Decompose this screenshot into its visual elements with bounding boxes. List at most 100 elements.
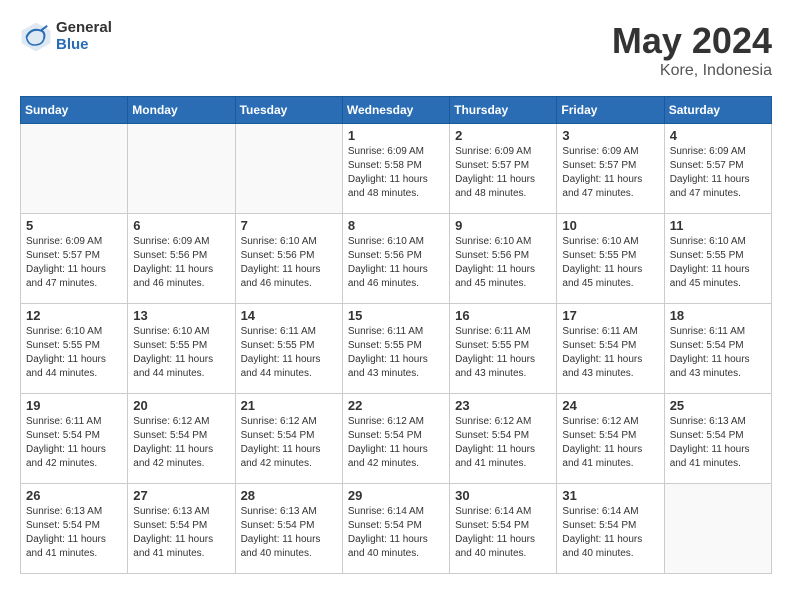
day-cell: 2Sunrise: 6:09 AM Sunset: 5:57 PM Daylig… — [450, 124, 557, 214]
day-number: 29 — [348, 488, 444, 503]
day-info: Sunrise: 6:11 AM Sunset: 5:54 PM Dayligh… — [562, 325, 658, 381]
day-number: 6 — [133, 218, 229, 233]
week-row-2: 12Sunrise: 6:10 AM Sunset: 5:55 PM Dayli… — [21, 304, 772, 394]
day-number: 30 — [455, 488, 551, 503]
calendar-title: May 2024 — [612, 20, 772, 62]
day-cell: 29 Sunrise: 6:14 AM Sunset: 5:54 PM Dayli… — [342, 484, 449, 574]
day-info: Sunrise: 6:11 AM Sunset: 5:55 PM Dayligh… — [348, 325, 444, 381]
header-sunday: Sunday — [21, 97, 128, 124]
page-header: General Blue May 2024 Kore, Indonesia — [20, 20, 772, 80]
day-cell: 11 Sunrise: 6:10 AM Sunset: 5:55 PM Dayli… — [664, 214, 771, 304]
day-cell: 18Sunrise: 6:11 AM Sunset: 5:54 PM Dayli… — [664, 304, 771, 394]
day-cell — [235, 124, 342, 214]
day-cell: 17Sunrise: 6:11 AM Sunset: 5:54 PM Dayli… — [557, 304, 664, 394]
day-cell: 21 Sunrise: 6:12 AM Sunset: 5:54 PM Dayli… — [235, 394, 342, 484]
week-row-4: 26Sunrise: 6:13 AM Sunset: 5:54 PM Dayli… — [21, 484, 772, 574]
header-thursday: Thursday — [450, 97, 557, 124]
day-info: Sunrise: 6:11 AM Sunset: 5:55 PM Dayligh… — [455, 325, 551, 381]
day-cell: 4 Sunrise: 6:09 AM Sunset: 5:57 PM Daylig… — [664, 124, 771, 214]
day-info: Sunrise: 6:10 AM Sunset: 5:56 PM Dayligh… — [241, 235, 337, 291]
day-info: Sunrise: 6:10 AM Sunset: 5:56 PM Dayligh… — [348, 235, 444, 291]
header-tuesday: Tuesday — [235, 97, 342, 124]
day-cell: 26Sunrise: 6:13 AM Sunset: 5:54 PM Dayli… — [21, 484, 128, 574]
day-cell: 23Sunrise: 6:12 AM Sunset: 5:54 PM Dayli… — [450, 394, 557, 484]
day-cell: 10 Sunrise: 6:10 AM Sunset: 5:55 PM Dayli… — [557, 214, 664, 304]
day-number: 10 — [562, 218, 658, 233]
week-row-3: 19Sunrise: 6:11 AM Sunset: 5:54 PM Dayli… — [21, 394, 772, 484]
day-info: Sunrise: 6:12 AM Sunset: 5:54 PM Dayligh… — [348, 415, 444, 471]
calendar-body: 1 Sunrise: 6:09 AM Sunset: 5:58 PM Daylig… — [21, 124, 772, 574]
day-info: Sunrise: 6:09 AM Sunset: 5:58 PM Dayligh… — [348, 145, 444, 201]
calendar-header: SundayMondayTuesdayWednesdayThursdayFrid… — [21, 97, 772, 124]
day-number: 21 — [241, 398, 337, 413]
day-info: Sunrise: 6:10 AM Sunset: 5:55 PM Dayligh… — [670, 235, 766, 291]
day-info: Sunrise: 6:09 AM Sunset: 5:57 PM Dayligh… — [670, 145, 766, 201]
day-number: 1 — [348, 128, 444, 143]
day-cell — [128, 124, 235, 214]
day-info: Sunrise: 6:13 AM Sunset: 5:54 PM Dayligh… — [26, 505, 122, 561]
day-number: 27 — [133, 488, 229, 503]
day-info: Sunrise: 6:12 AM Sunset: 5:54 PM Dayligh… — [241, 415, 337, 471]
day-number: 31 — [562, 488, 658, 503]
day-info: Sunrise: 6:14 AM Sunset: 5:54 PM Dayligh… — [562, 505, 658, 561]
day-info: Sunrise: 6:10 AM Sunset: 5:55 PM Dayligh… — [133, 325, 229, 381]
calendar-location: Kore, Indonesia — [612, 62, 772, 80]
day-number: 3 — [562, 128, 658, 143]
day-number: 16 — [455, 308, 551, 323]
day-info: Sunrise: 6:12 AM Sunset: 5:54 PM Dayligh… — [455, 415, 551, 471]
day-cell: 5 Sunrise: 6:09 AM Sunset: 5:57 PM Daylig… — [21, 214, 128, 304]
day-cell: 8 Sunrise: 6:10 AM Sunset: 5:56 PM Daylig… — [342, 214, 449, 304]
day-number: 15 — [348, 308, 444, 323]
day-number: 20 — [133, 398, 229, 413]
logo-icon — [20, 21, 52, 53]
day-number: 4 — [670, 128, 766, 143]
day-number: 13 — [133, 308, 229, 323]
day-info: Sunrise: 6:12 AM Sunset: 5:54 PM Dayligh… — [133, 415, 229, 471]
day-info: Sunrise: 6:09 AM Sunset: 5:57 PM Dayligh… — [26, 235, 122, 291]
day-number: 25 — [670, 398, 766, 413]
day-number: 9 — [455, 218, 551, 233]
header-row: SundayMondayTuesdayWednesdayThursdayFrid… — [21, 97, 772, 124]
day-info: Sunrise: 6:11 AM Sunset: 5:54 PM Dayligh… — [26, 415, 122, 471]
day-cell: 7 Sunrise: 6:10 AM Sunset: 5:56 PM Daylig… — [235, 214, 342, 304]
day-cell: 19Sunrise: 6:11 AM Sunset: 5:54 PM Dayli… — [21, 394, 128, 484]
calendar-table: SundayMondayTuesdayWednesdayThursdayFrid… — [20, 96, 772, 574]
header-monday: Monday — [128, 97, 235, 124]
day-info: Sunrise: 6:12 AM Sunset: 5:54 PM Dayligh… — [562, 415, 658, 471]
day-cell: 22 Sunrise: 6:12 AM Sunset: 5:54 PM Dayli… — [342, 394, 449, 484]
day-number: 8 — [348, 218, 444, 233]
logo-text: General Blue — [56, 20, 112, 53]
day-cell: 13 Sunrise: 6:10 AM Sunset: 5:55 PM Dayli… — [128, 304, 235, 394]
logo-blue-text: Blue — [56, 37, 112, 54]
day-cell: 27 Sunrise: 6:13 AM Sunset: 5:54 PM Dayli… — [128, 484, 235, 574]
day-number: 14 — [241, 308, 337, 323]
logo: General Blue — [20, 20, 112, 53]
day-info: Sunrise: 6:14 AM Sunset: 5:54 PM Dayligh… — [348, 505, 444, 561]
header-friday: Friday — [557, 97, 664, 124]
day-info: Sunrise: 6:13 AM Sunset: 5:54 PM Dayligh… — [133, 505, 229, 561]
day-cell: 3Sunrise: 6:09 AM Sunset: 5:57 PM Daylig… — [557, 124, 664, 214]
day-cell: 1 Sunrise: 6:09 AM Sunset: 5:58 PM Daylig… — [342, 124, 449, 214]
day-info: Sunrise: 6:13 AM Sunset: 5:54 PM Dayligh… — [670, 415, 766, 471]
day-cell: 14 Sunrise: 6:11 AM Sunset: 5:55 PM Dayli… — [235, 304, 342, 394]
day-number: 24 — [562, 398, 658, 413]
day-number: 5 — [26, 218, 122, 233]
title-block: May 2024 Kore, Indonesia — [612, 20, 772, 80]
day-info: Sunrise: 6:10 AM Sunset: 5:55 PM Dayligh… — [562, 235, 658, 291]
logo-general-text: General — [56, 20, 112, 37]
day-number: 22 — [348, 398, 444, 413]
day-cell: 30Sunrise: 6:14 AM Sunset: 5:54 PM Dayli… — [450, 484, 557, 574]
day-info: Sunrise: 6:09 AM Sunset: 5:56 PM Dayligh… — [133, 235, 229, 291]
day-info: Sunrise: 6:13 AM Sunset: 5:54 PM Dayligh… — [241, 505, 337, 561]
week-row-0: 1 Sunrise: 6:09 AM Sunset: 5:58 PM Daylig… — [21, 124, 772, 214]
header-wednesday: Wednesday — [342, 97, 449, 124]
day-cell — [21, 124, 128, 214]
day-number: 11 — [670, 218, 766, 233]
day-info: Sunrise: 6:10 AM Sunset: 5:56 PM Dayligh… — [455, 235, 551, 291]
day-cell: 16 Sunrise: 6:11 AM Sunset: 5:55 PM Dayli… — [450, 304, 557, 394]
day-number: 18 — [670, 308, 766, 323]
day-cell: 25 Sunrise: 6:13 AM Sunset: 5:54 PM Dayli… — [664, 394, 771, 484]
day-info: Sunrise: 6:11 AM Sunset: 5:55 PM Dayligh… — [241, 325, 337, 381]
day-number: 7 — [241, 218, 337, 233]
week-row-1: 5 Sunrise: 6:09 AM Sunset: 5:57 PM Daylig… — [21, 214, 772, 304]
